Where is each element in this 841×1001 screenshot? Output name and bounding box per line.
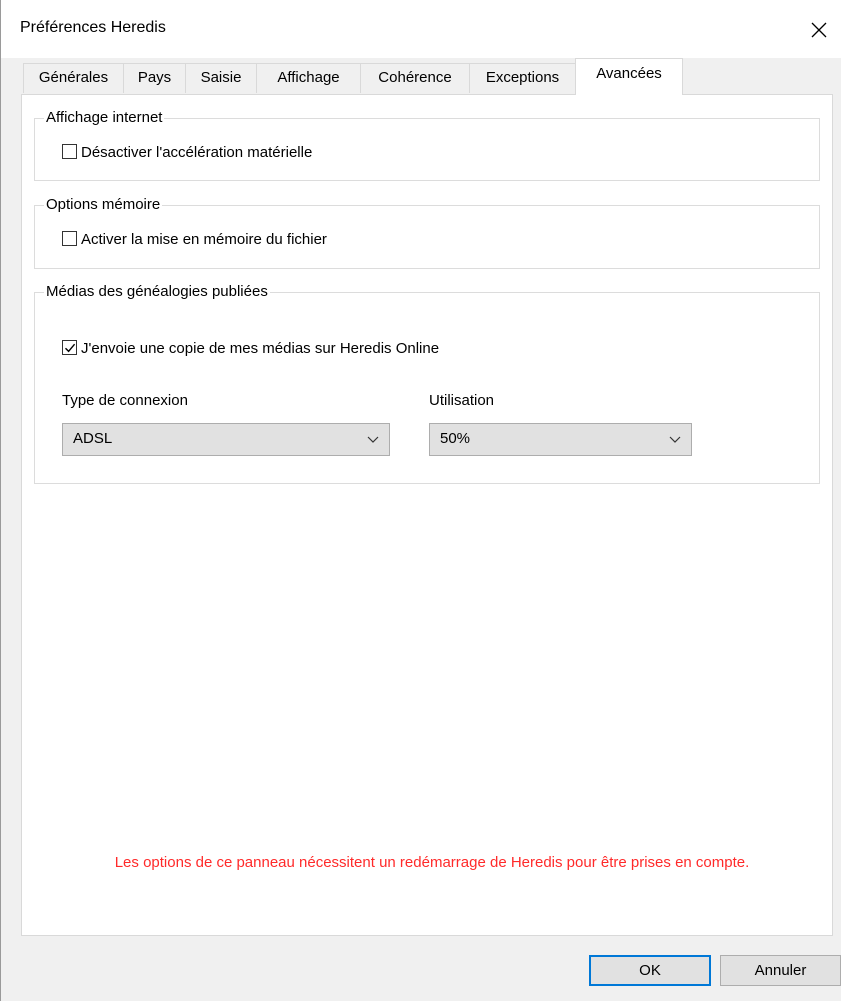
close-icon	[811, 22, 827, 38]
usage-label: Utilisation	[429, 392, 495, 409]
checkbox-label: J'envoie une copie de mes médias sur Her…	[81, 340, 440, 357]
chevron-down-icon	[367, 436, 379, 443]
tab-exceptions[interactable]: Exceptions	[469, 63, 576, 93]
group-title: Médias des généalogies publiées	[44, 282, 270, 302]
group-memory-options: Options mémoire Activer la mise en mémoi…	[34, 195, 820, 269]
group-title: Affichage internet	[44, 108, 165, 128]
usage-select[interactable]: 50%	[429, 423, 692, 456]
preferences-dialog: Préférences Heredis Générales Pays Saisi…	[0, 0, 841, 1001]
tab-label: Exceptions	[485, 69, 560, 86]
tab-label: Cohérence	[378, 69, 452, 86]
cancel-button[interactable]: Annuler	[720, 955, 841, 986]
checkbox-label: Désactiver l'accélération matérielle	[81, 144, 313, 161]
tab-label: Pays	[137, 69, 172, 86]
close-button[interactable]	[796, 8, 841, 52]
connection-type-select[interactable]: ADSL	[62, 423, 390, 456]
restart-notice: Les options de ce panneau nécessitent un…	[114, 854, 750, 871]
tab-label: Saisie	[200, 69, 242, 86]
tab-pays[interactable]: Pays	[123, 63, 186, 93]
group-internet-display: Affichage internet Désactiver l'accéléra…	[34, 108, 820, 181]
tab-saisie[interactable]: Saisie	[185, 63, 257, 93]
checkbox-box[interactable]	[62, 144, 77, 159]
checkmark-icon	[65, 343, 76, 353]
tab-panel-avancees: Affichage internet Désactiver l'accéléra…	[21, 94, 833, 936]
tab-avancees[interactable]: Avancées	[575, 58, 683, 95]
group-published-media: Médias des généalogies publiées J'envoie…	[34, 282, 820, 484]
checkbox-label: Activer la mise en mémoire du fichier	[81, 231, 327, 248]
checkbox-box[interactable]	[62, 231, 77, 246]
tab-affichage[interactable]: Affichage	[256, 63, 361, 93]
tab-label: Générales	[38, 69, 109, 86]
chevron-down-icon	[669, 436, 681, 443]
checkbox-box[interactable]	[62, 340, 77, 355]
title-bar: Préférences Heredis	[1, 0, 841, 58]
ok-button[interactable]: OK	[589, 955, 711, 986]
tab-label: Avancées	[596, 65, 662, 82]
window-title: Préférences Heredis	[20, 19, 166, 36]
select-value: ADSL	[73, 430, 113, 447]
tab-generales[interactable]: Générales	[23, 63, 124, 93]
select-value: 50%	[440, 430, 471, 447]
tab-label: Affichage	[277, 69, 340, 86]
group-title: Options mémoire	[44, 195, 163, 215]
tab-coherence[interactable]: Cohérence	[360, 63, 470, 93]
connection-type-label: Type de connexion	[62, 392, 188, 409]
